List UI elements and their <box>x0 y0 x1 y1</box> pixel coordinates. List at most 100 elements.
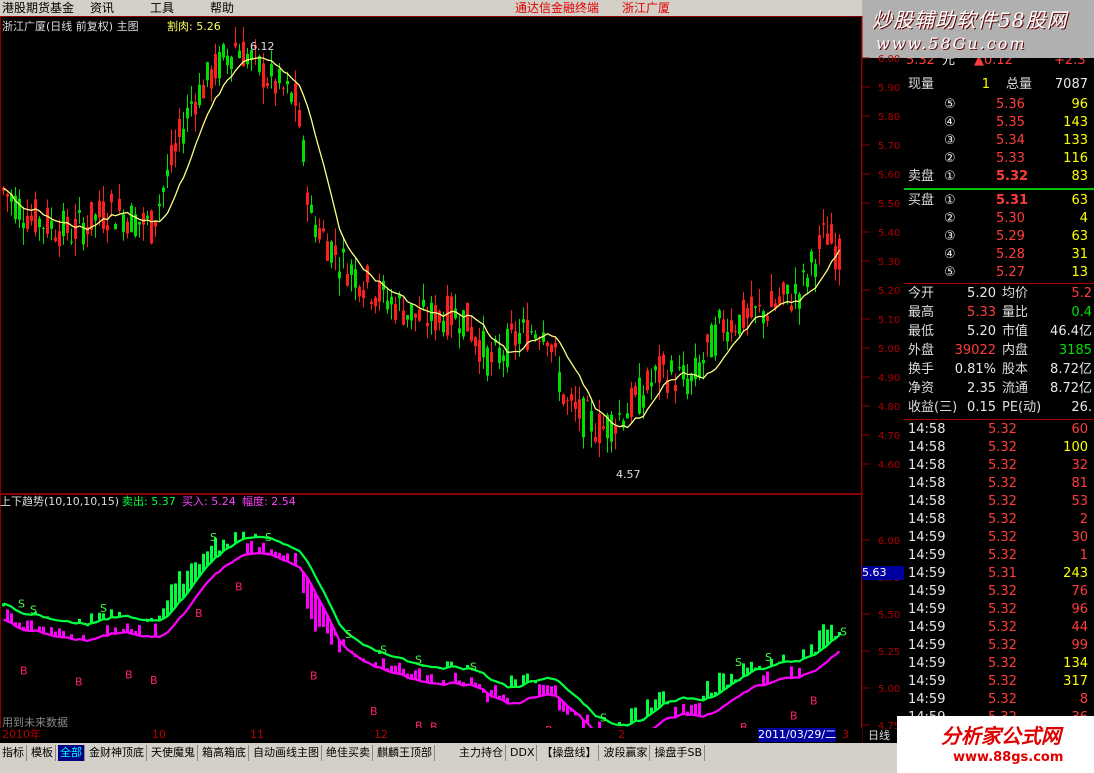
indicator-tab[interactable]: 主力持仓 <box>457 745 506 761</box>
tick-row: 14:59 5.32 134 <box>904 655 1094 673</box>
axis-label: 5.30 <box>878 257 900 268</box>
trend-bar <box>178 571 181 602</box>
sell-level-row: ② 5.33 116 <box>904 150 1094 168</box>
buy-level-row: ② 5.30 4 <box>904 210 1094 228</box>
trend-bar <box>190 563 193 588</box>
menu-item-help[interactable]: 帮助 <box>210 0 234 16</box>
candle-body <box>262 63 265 88</box>
candle-body <box>126 221 129 234</box>
candle-body <box>206 62 209 81</box>
buy-level-row: ③ 5.29 63 <box>904 228 1094 246</box>
quote-cell: 14:58 <box>908 476 946 491</box>
candle-body <box>730 320 733 333</box>
trend-bar <box>26 620 29 631</box>
trend-bar <box>682 704 685 714</box>
candle-body <box>702 360 705 364</box>
candle-body <box>414 313 417 318</box>
trend-bar <box>454 672 457 683</box>
candle-body <box>226 55 229 66</box>
trend-bar <box>790 666 793 679</box>
quote-cell: 63 <box>1071 229 1088 244</box>
tick-row: 14:59 5.32 96 <box>904 601 1094 619</box>
menu-item-tools[interactable]: 工具 <box>150 0 174 16</box>
menu-item-news[interactable]: 资讯 <box>90 0 114 16</box>
candle-body <box>410 304 413 321</box>
indicator-tab[interactable]: 箱高箱底 <box>200 745 249 761</box>
axis-label: 5.25 <box>878 647 900 658</box>
trend-bar <box>662 691 665 704</box>
candle-body <box>574 401 577 409</box>
candle-body <box>334 245 337 256</box>
candle-body <box>518 332 521 344</box>
candle-body <box>746 308 749 319</box>
quote-cell: 5.32 <box>988 476 1017 491</box>
trend-bar <box>262 542 265 554</box>
indicator-tab[interactable]: DDX <box>508 745 538 761</box>
indicator-tab[interactable]: 指标 <box>0 745 27 761</box>
indicator-tab[interactable]: 全部 <box>58 745 85 761</box>
trend-bar <box>718 672 721 694</box>
sell-signal: S <box>380 643 387 656</box>
buy-signal: B <box>790 709 798 722</box>
candle-body <box>26 215 29 230</box>
sell-signal: S <box>840 626 847 639</box>
buy-signal: B <box>20 664 28 677</box>
quote-cell: 14:59 <box>908 656 946 671</box>
candle-body <box>350 264 353 275</box>
kline-chart-area[interactable]: SSSSSSSSSSSSSBBBBBBBBBBBBBBBBBBBB 6.005.… <box>0 16 904 743</box>
candle-body <box>46 207 49 234</box>
high-price-marker: 6.12 <box>250 40 275 53</box>
candle-body <box>474 337 477 347</box>
indicator-tab[interactable]: 模板 <box>29 745 56 761</box>
period-label[interactable]: 日线 <box>868 729 890 743</box>
indicator-tab[interactable]: 【操盘线】 <box>539 745 600 761</box>
candle-body <box>458 328 461 334</box>
quote-cell: PE(动) <box>1002 400 1042 415</box>
stat-row: 最高 5.33 量比 0.4 <box>904 304 1094 322</box>
candle-body <box>170 144 173 166</box>
indicator-tab[interactable]: 自动画线主图 <box>251 745 322 761</box>
menu-item-funds[interactable]: 港股期货基金 <box>2 0 74 16</box>
trend-bar <box>250 541 253 554</box>
sub-chart-range-value: 幅度: 2.54 <box>242 495 296 508</box>
indicator-tab[interactable]: 绝佳买卖 <box>324 745 373 761</box>
quote-cell: 5.20 <box>967 324 996 339</box>
quote-cell: 14:59 <box>908 638 946 653</box>
price-row: 5.32 元 ▲0.12 +2.3 <box>904 58 1094 70</box>
indicator-tab[interactable]: 麒麟王顶部 <box>375 745 435 761</box>
candle-body <box>754 306 757 308</box>
price-change-pct: +2.3 <box>1054 58 1086 68</box>
indicator-tab[interactable]: 天使魔鬼 <box>149 745 198 761</box>
quote-cell: ① <box>944 193 956 208</box>
candle-body <box>162 187 165 192</box>
quote-cell: 5.28 <box>996 247 1025 262</box>
trend-bar <box>630 708 633 724</box>
quote-cell: 143 <box>1063 115 1088 130</box>
candle-body <box>434 304 437 331</box>
sell-signal: S <box>210 531 217 544</box>
candle-body <box>602 426 605 429</box>
tick-row: 14:59 5.32 8 <box>904 691 1094 709</box>
candle-body <box>42 227 45 229</box>
quote-cell: 14:58 <box>908 494 946 509</box>
app-title: 通达信金融终端 <box>515 1 600 15</box>
candle-body <box>802 270 805 273</box>
sell-level-row: ③ 5.34 133 <box>904 132 1094 150</box>
candle-body <box>290 92 293 103</box>
candle-body <box>478 340 481 362</box>
trend-bar <box>58 628 61 637</box>
candle-body <box>294 83 297 106</box>
sub-panel-border <box>0 494 862 729</box>
candle-body <box>482 331 485 358</box>
main-chart-indicator-value: 割肉: 5.26 <box>167 20 221 33</box>
candle-body <box>510 323 513 330</box>
quote-cell: 卖盘 <box>908 169 935 184</box>
candle-body <box>106 225 109 231</box>
candle-body <box>142 213 145 225</box>
indicator-tab[interactable]: 金财神顶底 <box>87 745 147 761</box>
candle-body <box>110 193 113 203</box>
indicator-tab[interactable]: 操盘手SB <box>652 745 706 761</box>
indicator-tab[interactable]: 波段赢家 <box>601 745 651 761</box>
candle-body <box>386 300 389 310</box>
axis-label: 5.80 <box>878 112 900 123</box>
